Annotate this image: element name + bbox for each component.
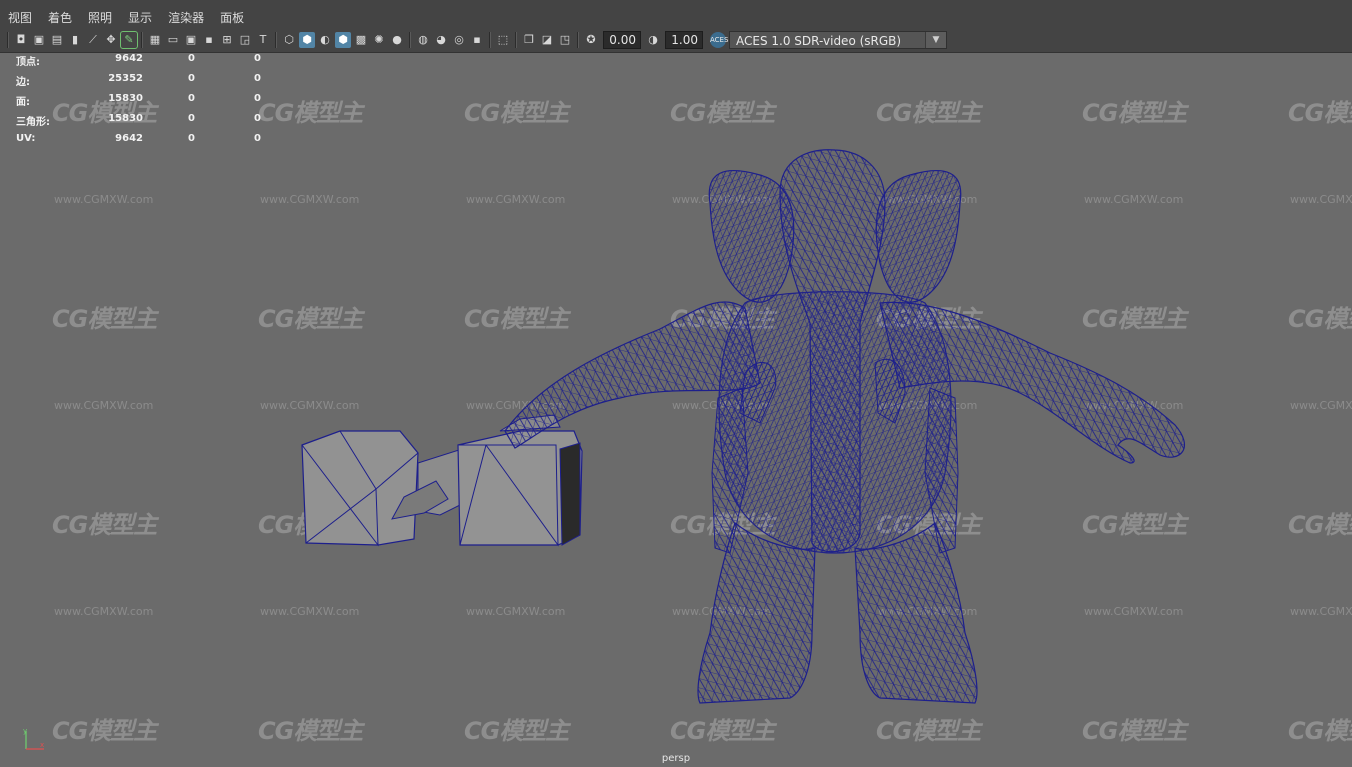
- multisample-aa-icon[interactable]: ◎: [451, 32, 467, 48]
- image-plane-icon[interactable]: ⟋: [85, 32, 101, 48]
- grease-pencil-icon[interactable]: ✎: [120, 31, 138, 49]
- panel-toolbar: ◘ ▣ ▤ ▮ ⟋ ✥ ✎ ▦ ▭ ▣ ▪ ⊞ ◲ T ⬡ ⬢ ◐ ⬢ ▩ ✺ …: [0, 28, 1352, 53]
- toolbar-divider: [515, 32, 517, 48]
- hud-row-triangles: 三角形: 15830 0 0: [16, 113, 276, 133]
- hud-row-vertices: 顶点: 9642 0 0: [16, 53, 276, 73]
- menu-shading[interactable]: 着色: [40, 8, 80, 28]
- elephant-mesh: [504, 149, 1186, 704]
- menu-lighting[interactable]: 照明: [80, 8, 120, 28]
- hud-value: 0: [188, 133, 195, 144]
- select-camera-icon[interactable]: ◘: [13, 32, 29, 48]
- isolate-select-icon[interactable]: ⬚: [495, 32, 511, 48]
- hud-value: 0: [254, 93, 261, 104]
- safe-action-icon[interactable]: ◲: [237, 32, 253, 48]
- hud-value: 9642: [115, 53, 143, 64]
- hud-value: 0: [254, 113, 261, 124]
- toolbar-divider: [275, 32, 277, 48]
- screen-space-ao-icon[interactable]: ◍: [415, 32, 431, 48]
- hud-label: 三角形:: [16, 117, 50, 128]
- xray-joints-icon[interactable]: ◪: [539, 32, 555, 48]
- hud-value: 0: [188, 113, 195, 124]
- color-management-icon[interactable]: ACES: [710, 32, 728, 48]
- menu-view[interactable]: 视图: [0, 8, 40, 28]
- wireframe-icon[interactable]: ⬡: [281, 32, 297, 48]
- poly-count-hud: 顶点: 9642 0 0 边: 25352 0 0 面: 15830 0 0 三…: [16, 53, 276, 153]
- perspective-viewport[interactable]: CG模型主CG模型主CG模型主CG模型主CG模型主CG模型主CG模型主CG模型主…: [0, 53, 1352, 767]
- gamma-icon[interactable]: ◑: [645, 32, 661, 48]
- menu-renderer[interactable]: 渲染器: [160, 8, 212, 28]
- hud-value: 0: [188, 53, 195, 64]
- menu-panels[interactable]: 面板: [212, 8, 252, 28]
- camera-attributes-icon[interactable]: ▣: [31, 32, 47, 48]
- textured-icon[interactable]: ▩: [353, 32, 369, 48]
- bookmark-icon[interactable]: ▮: [67, 32, 83, 48]
- hud-label: 面:: [16, 97, 30, 108]
- xray-icon[interactable]: ❐: [521, 32, 537, 48]
- gamma-field[interactable]: 1.00: [665, 31, 703, 49]
- hud-value: 15830: [108, 93, 143, 104]
- menu-show[interactable]: 显示: [120, 8, 160, 28]
- model-wireframe: [301, 149, 1186, 704]
- toolbar-divider: [409, 32, 411, 48]
- hammer-mesh: [301, 414, 583, 547]
- film-gate-icon[interactable]: ▭: [165, 32, 181, 48]
- chevron-down-icon[interactable]: ▼: [925, 32, 946, 48]
- hud-value: 0: [254, 133, 261, 144]
- grid-icon[interactable]: ▦: [147, 32, 163, 48]
- hud-value: 0: [188, 93, 195, 104]
- hud-value: 0: [254, 53, 261, 64]
- depth-of-field-icon[interactable]: ▪: [469, 32, 485, 48]
- gate-mask-icon[interactable]: ▪: [201, 32, 217, 48]
- smooth-shade-icon[interactable]: ⬢: [299, 32, 315, 48]
- svg-text:x: x: [40, 741, 44, 749]
- shadows-icon[interactable]: ●: [389, 32, 405, 48]
- exposure-field[interactable]: 0.00: [603, 31, 641, 49]
- motion-blur-icon[interactable]: ◕: [433, 32, 449, 48]
- panel-menu-bar: 视图 着色 照明 显示 渲染器 面板: [0, 8, 1352, 28]
- pan-zoom-icon[interactable]: ✥: [103, 32, 119, 48]
- hud-value: 15830: [108, 113, 143, 124]
- toolbar-divider: [141, 32, 143, 48]
- hud-row-faces: 面: 15830 0 0: [16, 93, 276, 113]
- hud-label: 顶点:: [16, 57, 40, 68]
- svg-text:y: y: [23, 727, 27, 735]
- resolution-gate-icon[interactable]: ▣: [183, 32, 199, 48]
- exposure-icon[interactable]: ✪: [583, 32, 599, 48]
- hud-value: 9642: [115, 133, 143, 144]
- hud-value: 0: [188, 73, 195, 84]
- safe-title-icon[interactable]: T: [255, 32, 271, 48]
- field-chart-icon[interactable]: ⊞: [219, 32, 235, 48]
- hud-row-edges: 边: 25352 0 0: [16, 73, 276, 93]
- hud-value: 25352: [108, 73, 143, 84]
- toolbar-divider: [577, 32, 579, 48]
- default-material-icon[interactable]: ◐: [317, 32, 333, 48]
- hud-row-uvs: UV: 9642 0 0: [16, 133, 276, 153]
- hud-label: UV:: [16, 133, 36, 144]
- camera-name-label: persp: [661, 753, 691, 764]
- backface-culling-icon[interactable]: ◳: [557, 32, 573, 48]
- toolbar-divider: [489, 32, 491, 48]
- camera-lock-icon[interactable]: ▤: [49, 32, 65, 48]
- view-transform-value: ACES 1.0 SDR-video (sRGB): [736, 34, 902, 48]
- hud-label: 边:: [16, 77, 30, 88]
- hud-value: 0: [254, 73, 261, 84]
- use-all-lights-icon[interactable]: ✺: [371, 32, 387, 48]
- wireframe-on-shaded-icon[interactable]: ⬢: [335, 32, 351, 48]
- view-transform-dropdown[interactable]: ACES 1.0 SDR-video (sRGB) ▼: [729, 31, 947, 49]
- toolbar-divider: [7, 32, 9, 48]
- axis-gizmo-icon: y x: [23, 727, 44, 750]
